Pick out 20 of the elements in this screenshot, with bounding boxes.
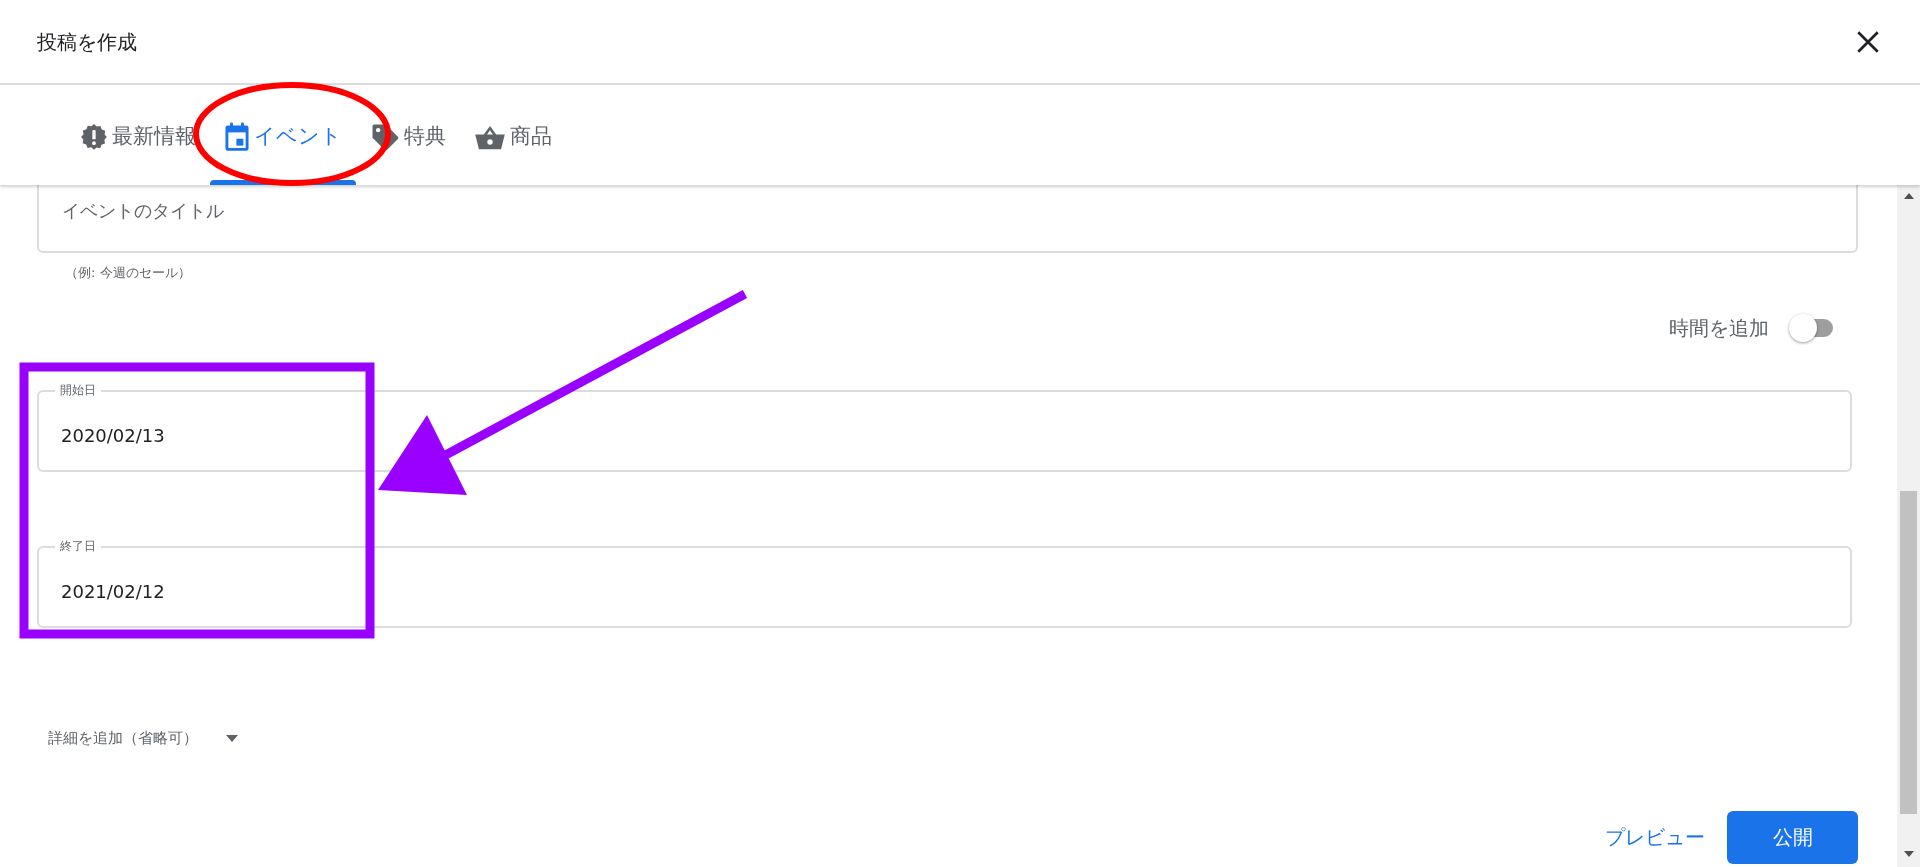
scroll-up-icon[interactable] <box>1903 193 1914 199</box>
caret-icon[interactable] <box>226 735 238 742</box>
scrollbar[interactable] <box>1897 185 1920 867</box>
dialog-title: 投稿を作成 <box>37 28 137 56</box>
toggle-label: 時間を追加 <box>1669 314 1769 342</box>
calendar-icon <box>224 122 250 152</box>
tab[interactable]: イベント <box>210 85 356 185</box>
tab[interactable]: 商品 <box>460 85 566 185</box>
scroll-down-icon[interactable] <box>1903 851 1914 857</box>
tag-icon <box>370 122 400 152</box>
add-details-link[interactable]: 詳細を追加（省略可） <box>48 727 198 750</box>
alert-badge-icon <box>80 123 108 151</box>
scrollbar-thumb[interactable] <box>1900 491 1917 814</box>
field-label: 開始日 <box>55 381 101 398</box>
tab[interactable]: 特典 <box>356 85 460 185</box>
preview-link[interactable]: プレビュー <box>1605 822 1705 852</box>
hint-text: （例: 今週のセール） <box>64 264 192 282</box>
title-input-field[interactable]: イベントのタイトル <box>37 185 1858 253</box>
field-label: 終了日 <box>55 537 101 554</box>
publish-button[interactable]: 公開 <box>1727 810 1858 864</box>
